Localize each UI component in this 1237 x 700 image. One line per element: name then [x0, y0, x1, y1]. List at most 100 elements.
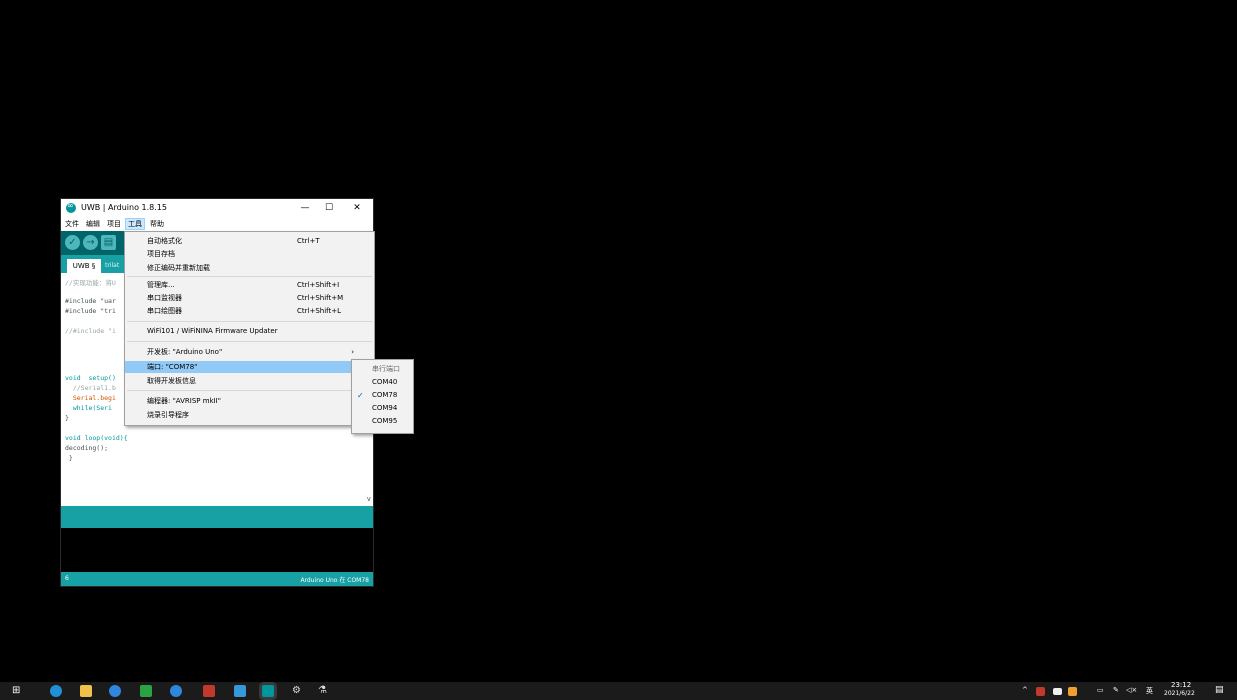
app-icon-red[interactable]	[203, 685, 215, 697]
menu-item-label: 开发板: "Arduino Uno"	[147, 348, 223, 356]
menu-item-label: 编程器: "AVRISP mkII"	[147, 397, 221, 405]
menu-item-label: 取得开发板信息	[147, 377, 196, 385]
menu-tools[interactable]: 工具	[125, 218, 145, 230]
code-line: #include "tri	[65, 307, 116, 315]
menu-item-serial-monitor[interactable]: 串口监视器 Ctrl+Shift+M	[125, 292, 374, 304]
code-line: }	[65, 454, 73, 462]
app-icon-blue-2[interactable]	[170, 685, 182, 697]
cloud-icon[interactable]	[1053, 688, 1062, 695]
menu-item-shortcut: Ctrl+Shift+I	[297, 281, 340, 289]
maximize-button[interactable]: ☐	[321, 201, 337, 215]
tools-dropdown-menu: 自动格式化 Ctrl+T 项目存档 修正编码并重新加载 管理库... Ctrl+…	[124, 231, 375, 426]
menu-bar: 文件 编辑 项目 工具 帮助	[61, 218, 373, 230]
menu-item-label: 修正编码并重新加载	[147, 264, 210, 272]
code-line: while(Seri	[65, 404, 112, 412]
volume-muted-icon[interactable]: ◁×	[1126, 686, 1137, 694]
menu-item-shortcut: Ctrl+Shift+L	[297, 307, 341, 315]
port-header-label: 串行端口	[372, 365, 400, 373]
app-icon-notes[interactable]	[234, 685, 246, 697]
menu-separator	[127, 341, 372, 342]
minimize-button[interactable]: —	[297, 201, 313, 215]
menu-item-label: 烧录引导程序	[147, 411, 189, 419]
port-submenu: 串行端口 COM40 ✓ COM78 COM94 COM95	[351, 359, 414, 434]
menu-item-programmer[interactable]: 编程器: "AVRISP mkII" ›	[125, 395, 374, 407]
tray-app-icon-2[interactable]	[1068, 687, 1077, 696]
new-file-icon[interactable]: ▤	[101, 235, 116, 250]
upload-icon[interactable]: →	[83, 235, 98, 250]
menu-item-label: 串口绘图器	[147, 307, 182, 315]
menu-item-label: 端口: "COM78"	[147, 363, 198, 371]
code-line: //实现功能：将U	[65, 279, 116, 287]
line-number: 6	[65, 575, 69, 582]
settings-gear-icon[interactable]: ⚙	[292, 685, 304, 697]
menu-item-wifi-firmware-updater[interactable]: WiFi101 / WiFiNINA Firmware Updater	[125, 325, 374, 337]
checkmark-icon: ✓	[357, 391, 364, 400]
port-label: COM40	[372, 378, 398, 386]
menu-item-shortcut: Ctrl+T	[297, 237, 320, 245]
menu-item-board-info[interactable]: 取得开发板信息	[125, 375, 374, 387]
console-output	[61, 528, 373, 572]
port-submenu-header: 串行端口	[352, 363, 413, 376]
menu-help[interactable]: 帮助	[148, 219, 166, 229]
port-item-com95[interactable]: COM95	[352, 415, 413, 428]
menu-item-label: 串口监视器	[147, 294, 182, 302]
menu-item-manage-libraries[interactable]: 管理库... Ctrl+Shift+I	[125, 279, 374, 291]
menu-item-fix-encoding[interactable]: 修正编码并重新加载	[125, 262, 374, 274]
verify-icon[interactable]: ✓	[65, 235, 80, 250]
windows-start-icon[interactable]: ⊞	[12, 685, 24, 697]
code-line: }	[65, 414, 69, 422]
port-item-com40[interactable]: COM40	[352, 376, 413, 389]
title-bar[interactable]: UWB | Arduino 1.8.15 — ☐ ✕	[61, 199, 373, 217]
submenu-arrow-icon: ›	[351, 348, 354, 356]
menu-separator	[127, 276, 372, 277]
menu-item-auto-format[interactable]: 自动格式化 Ctrl+T	[125, 235, 374, 247]
app-icon-blue-1[interactable]	[109, 685, 121, 697]
code-line: #include "uar	[65, 297, 116, 305]
code-line: //#include "i	[65, 327, 116, 335]
tab-trilat[interactable]: trilat	[105, 262, 119, 269]
menu-item-label: WiFi101 / WiFiNINA Firmware Updater	[147, 327, 278, 335]
tray-app-icon[interactable]	[1036, 687, 1045, 696]
tray-chevron-icon[interactable]: ^	[1022, 686, 1028, 694]
menu-sketch[interactable]: 项目	[105, 219, 123, 229]
tab-uwb[interactable]: UWB §	[67, 259, 101, 273]
menu-separator	[127, 390, 372, 391]
code-line: void setup()	[65, 374, 116, 382]
pen-icon[interactable]: ✎	[1113, 686, 1119, 694]
menu-edit[interactable]: 编辑	[84, 219, 102, 229]
file-explorer-icon[interactable]	[80, 685, 92, 697]
menu-item-archive-sketch[interactable]: 项目存档	[125, 248, 374, 260]
menu-item-label: 项目存档	[147, 250, 175, 258]
code-line: decoding();	[65, 444, 109, 452]
desktop: { "window": { "title": "UWB | Arduino 1.…	[0, 0, 1237, 700]
menu-item-board[interactable]: 开发板: "Arduino Uno" ›	[125, 346, 374, 358]
clock-date[interactable]: 2021/6/22	[1164, 690, 1195, 697]
menu-separator	[127, 321, 372, 322]
code-line: Serial.begi	[65, 394, 116, 402]
close-button[interactable]: ✕	[349, 201, 365, 215]
code-line: //Serial1.b	[65, 384, 116, 392]
scroll-down-icon[interactable]: v	[367, 495, 371, 503]
arduino-taskbar-icon[interactable]	[262, 685, 274, 697]
ime-indicator[interactable]: 英	[1146, 686, 1153, 696]
message-bar	[61, 506, 373, 528]
status-bar: 6 Arduino Uno 在 COM78	[61, 572, 373, 586]
port-label: COM78	[372, 391, 398, 399]
menu-item-burn-bootloader[interactable]: 烧录引导程序	[125, 409, 374, 421]
app-icon-tool[interactable]: ⚗	[318, 685, 330, 697]
menu-item-label: 自动格式化	[147, 237, 182, 245]
app-icon-green[interactable]	[140, 685, 152, 697]
port-item-com78[interactable]: ✓ COM78	[352, 389, 413, 402]
menu-item-shortcut: Ctrl+Shift+M	[297, 294, 344, 302]
edge-browser-icon[interactable]	[50, 685, 62, 697]
clock-time[interactable]: 23:12	[1171, 681, 1191, 689]
menu-item-serial-plotter[interactable]: 串口绘图器 Ctrl+Shift+L	[125, 305, 374, 317]
notification-icon[interactable]: ▤	[1215, 685, 1224, 695]
port-label: COM95	[372, 417, 398, 425]
menu-item-port[interactable]: 端口: "COM78" ›	[125, 361, 374, 373]
port-label: COM94	[372, 404, 398, 412]
menu-file[interactable]: 文件	[63, 219, 81, 229]
network-icon[interactable]: ▭	[1097, 686, 1104, 694]
window-title: UWB | Arduino 1.8.15	[81, 203, 167, 212]
port-item-com94[interactable]: COM94	[352, 402, 413, 415]
